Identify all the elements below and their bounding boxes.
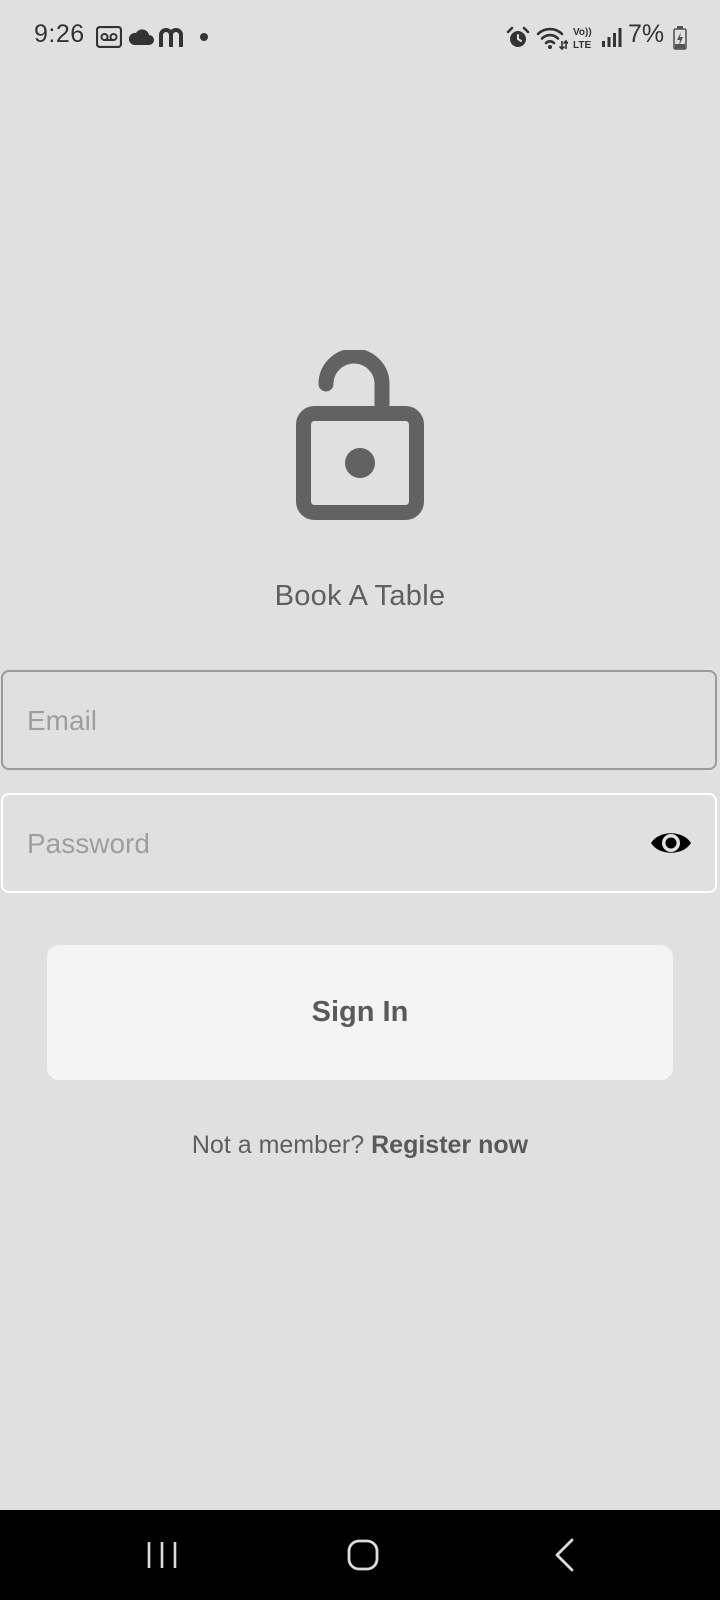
register-now-link[interactable]: Register now: [371, 1131, 528, 1159]
eye-icon[interactable]: [649, 827, 693, 859]
cloud-icon: [128, 29, 154, 45]
notification-dot-icon: [200, 33, 208, 41]
status-bar: 9:26 Vo)) LTE 7%: [0, 0, 720, 76]
voicemail-icon: [96, 26, 122, 48]
home-icon[interactable]: [333, 1530, 393, 1580]
email-input[interactable]: [25, 672, 629, 770]
battery-charging-icon: [673, 26, 687, 50]
sign-in-button[interactable]: Sign In: [47, 945, 673, 1080]
login-screen: 9:26 Vo)) LTE 7% Book A Table Email Sign…: [0, 0, 720, 1600]
password-field[interactable]: [1, 793, 717, 893]
navigation-bar: [0, 1510, 720, 1600]
battery-percent: 7%: [628, 20, 665, 48]
signal-icon: [602, 28, 622, 47]
recent-apps-icon[interactable]: [132, 1530, 192, 1580]
volte-icon: Vo)) LTE: [573, 27, 592, 51]
sign-in-label: Sign In: [311, 996, 409, 1028]
email-field[interactable]: [1, 670, 717, 770]
password-input[interactable]: [25, 795, 629, 893]
alarm-icon: [506, 26, 530, 47]
app-title: Book A Table: [274, 580, 446, 612]
messenger-m-icon: [159, 28, 183, 47]
status-time: 9:26: [34, 20, 85, 48]
back-icon[interactable]: [535, 1530, 595, 1580]
wifi-icon: [536, 27, 568, 51]
svg-text:LTE: LTE: [573, 40, 591, 51]
lock-open-icon: [296, 350, 424, 520]
register-prompt: Not a member?: [191, 1131, 372, 1159]
register-row: Not a member? Register now: [0, 1131, 720, 1160]
svg-text:Vo)): Vo)): [573, 27, 592, 38]
